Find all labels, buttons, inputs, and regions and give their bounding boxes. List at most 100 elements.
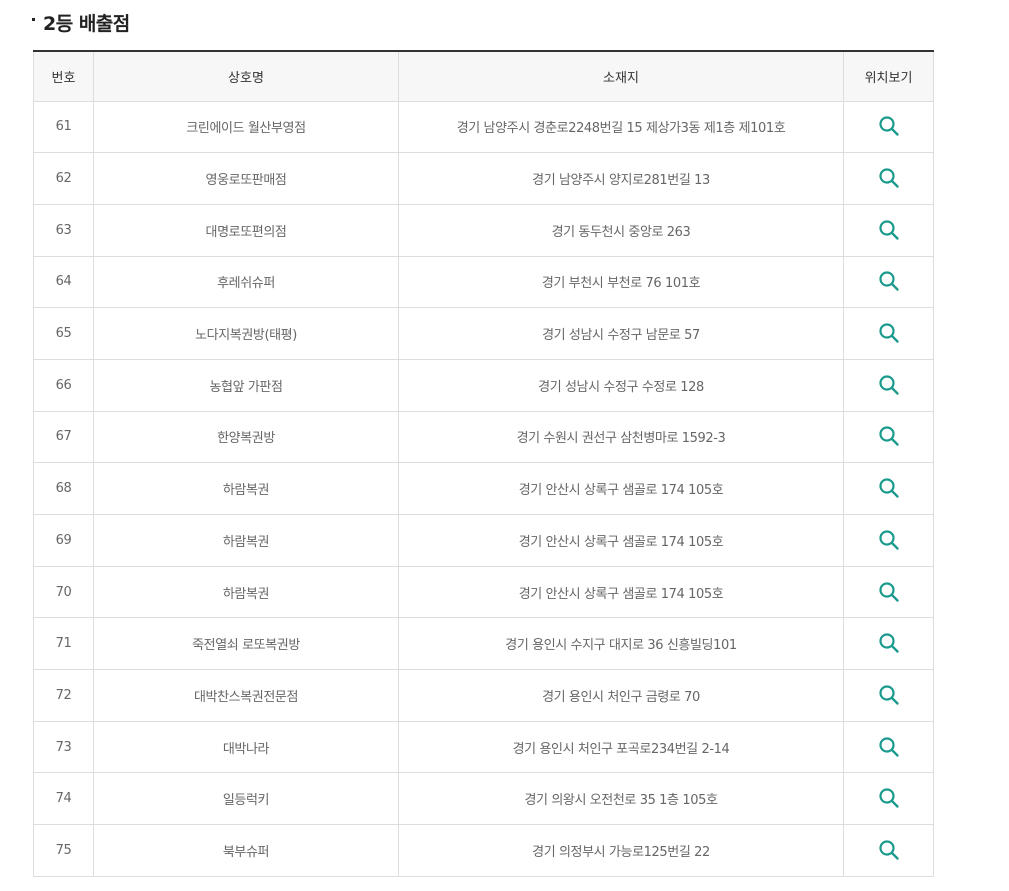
search-icon <box>878 168 899 188</box>
section-title: 2등 배출점 <box>32 8 130 36</box>
cell-num: 62 <box>33 152 94 205</box>
cell-store-name: 후레쉬슈퍼 <box>93 255 399 309</box>
search-icon <box>878 220 899 240</box>
cell-num: 61 <box>33 100 94 154</box>
cell-location <box>843 358 934 412</box>
cell-address: 경기 성남시 수정구 수정로 128 <box>398 358 844 412</box>
view-location-button[interactable] <box>875 371 903 399</box>
cell-location <box>843 514 934 567</box>
cell-store-name: 대박나라 <box>93 720 399 774</box>
cell-num: 70 <box>33 565 94 619</box>
cell-store-name: 영웅로또판매점 <box>93 152 399 205</box>
view-location-button[interactable] <box>875 629 903 657</box>
cell-location <box>843 565 934 619</box>
cell-location <box>843 410 934 464</box>
store-table: 번호 상호명 소재지 위치보기 61 크린에이드 월산부영점 경기 남양주시 경춘로… <box>33 50 934 877</box>
search-icon <box>878 116 899 137</box>
search-icon <box>878 633 899 653</box>
cell-address: 경기 용인시 처인구 포곡로234번길 2-14 <box>398 720 844 774</box>
section-title-text: 2등 배출점 <box>43 12 130 35</box>
cell-location <box>843 203 934 257</box>
search-icon <box>878 788 899 808</box>
table-row: 75 북부슈퍼 경기 의정부시 가능로125번길 22 <box>33 824 934 877</box>
table-row: 73 대박나라 경기 용인시 처인구 포곡로234번길 2-14 <box>33 720 934 774</box>
search-icon <box>878 271 899 292</box>
cell-num: 64 <box>33 255 94 309</box>
cell-location <box>843 462 934 515</box>
cell-store-name: 농협앞 가판점 <box>93 358 399 412</box>
cell-num: 71 <box>33 617 94 671</box>
cell-address: 경기 용인시 수지구 대지로 36 신흥빌딩101 <box>398 617 844 671</box>
table-row: 67 한양복권방 경기 수원시 권선구 삼천병마로 1592-3 <box>33 410 934 464</box>
search-icon <box>878 581 899 602</box>
cell-store-name: 일등럭키 <box>93 772 399 826</box>
table-body: 61 크린에이드 월산부영점 경기 남양주시 경춘로2248번길 15 제상가3동 … <box>33 100 934 877</box>
cell-address: 경기 의왕시 오전천로 35 1층 105호 <box>398 772 844 826</box>
cell-address: 경기 남양주시 경춘로2248번길 15 제상가3동 제1층 제101호 <box>398 100 844 154</box>
cell-store-name: 노다지복권방(태평) <box>93 307 399 360</box>
view-location-button[interactable] <box>875 733 903 761</box>
search-icon <box>878 530 899 550</box>
view-location-button[interactable] <box>875 784 903 812</box>
cell-store-name: 한양복권방 <box>93 410 399 464</box>
table-row: 66 농협앞 가판점 경기 성남시 수정구 수정로 128 <box>33 358 934 412</box>
cell-store-name: 대명로또편의점 <box>93 203 399 257</box>
table-row: 65 노다지복권방(태평) 경기 성남시 수정구 남문로 57 <box>33 307 934 360</box>
cell-location <box>843 100 934 154</box>
cell-num: 63 <box>33 203 94 257</box>
cell-location <box>843 772 934 826</box>
cell-num: 73 <box>33 720 94 774</box>
cell-num: 68 <box>33 462 94 515</box>
cell-address: 경기 의정부시 가능로125번길 22 <box>398 824 844 877</box>
search-icon <box>878 685 899 705</box>
cell-store-name: 하람복권 <box>93 462 399 515</box>
cell-location <box>843 152 934 205</box>
view-location-button[interactable] <box>875 422 903 450</box>
table-row: 71 죽전열쇠 로또복권방 경기 용인시 수지구 대지로 36 신흥빌딩101 <box>33 617 934 671</box>
table-row: 70 하람복권 경기 안산시 상록구 샘골로 174 105호 <box>33 565 934 619</box>
cell-location <box>843 617 934 671</box>
view-location-button[interactable] <box>875 836 903 864</box>
cell-store-name: 하람복권 <box>93 514 399 567</box>
table-row: 62 영웅로또판매점 경기 남양주시 양지로281번길 13 <box>33 152 934 205</box>
header-name: 상호명 <box>93 51 399 102</box>
cell-location <box>843 824 934 877</box>
cell-address: 경기 용인시 처인구 금령로 70 <box>398 669 844 722</box>
table-row: 68 하람복권 경기 안산시 상록구 샘골로 174 105호 <box>33 462 934 515</box>
table-row: 72 대박찬스복권전문점 경기 용인시 처인구 금령로 70 <box>33 669 934 722</box>
search-icon <box>878 426 899 447</box>
header-num: 번호 <box>33 51 94 102</box>
cell-num: 75 <box>33 824 94 877</box>
view-location-button[interactable] <box>875 681 903 709</box>
cell-num: 65 <box>33 307 94 360</box>
cell-num: 72 <box>33 669 94 722</box>
table-row: 69 하람복권 경기 안산시 상록구 샘골로 174 105호 <box>33 514 934 567</box>
cell-address: 경기 안산시 상록구 샘골로 174 105호 <box>398 462 844 515</box>
view-location-button[interactable] <box>875 112 903 140</box>
cell-store-name: 북부슈퍼 <box>93 824 399 877</box>
view-location-button[interactable] <box>875 474 903 502</box>
search-icon <box>878 478 899 498</box>
cell-store-name: 크린에이드 월산부영점 <box>93 100 399 154</box>
view-location-button[interactable] <box>875 164 903 192</box>
header-address: 소재지 <box>398 51 844 102</box>
view-location-button[interactable] <box>875 216 903 244</box>
view-location-button[interactable] <box>875 526 903 554</box>
view-location-button[interactable] <box>875 578 903 606</box>
view-location-button[interactable] <box>875 267 903 295</box>
search-icon <box>878 323 899 343</box>
table-header-row: 번호 상호명 소재지 위치보기 <box>33 51 934 102</box>
cell-address: 경기 안산시 상록구 샘골로 174 105호 <box>398 514 844 567</box>
search-icon <box>878 736 899 757</box>
cell-address: 경기 수원시 권선구 삼천병마로 1592-3 <box>398 410 844 464</box>
table-row: 61 크린에이드 월산부영점 경기 남양주시 경춘로2248번길 15 제상가3동 … <box>33 100 934 154</box>
cell-location <box>843 307 934 360</box>
cell-store-name: 죽전열쇠 로또복권방 <box>93 617 399 671</box>
table-row: 74 일등럭키 경기 의왕시 오전천로 35 1층 105호 <box>33 772 934 826</box>
cell-address: 경기 성남시 수정구 남문로 57 <box>398 307 844 360</box>
view-location-button[interactable] <box>875 319 903 347</box>
cell-location <box>843 669 934 722</box>
cell-num: 67 <box>33 410 94 464</box>
search-icon <box>878 840 899 860</box>
cell-address: 경기 남양주시 양지로281번길 13 <box>398 152 844 205</box>
